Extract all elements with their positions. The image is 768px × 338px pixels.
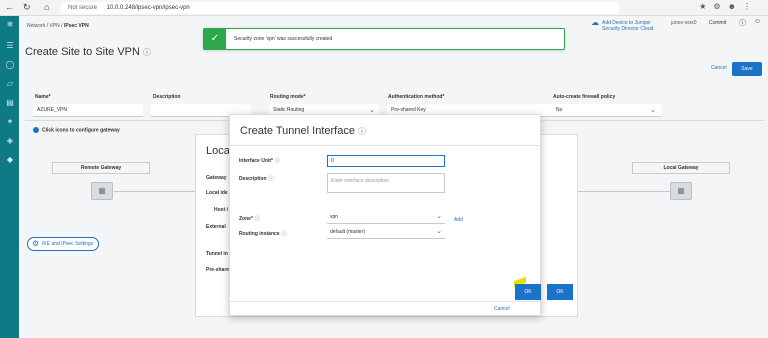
address-bar[interactable]: Not secure 10.0.0.248/ipsec-vpn/ipsec-vp… xyxy=(60,2,620,14)
local-identity-label: Local ide xyxy=(206,190,228,196)
toast-message: Security zone 'vpn' was successfully cre… xyxy=(234,36,333,42)
reload-icon[interactable]: ↻ xyxy=(23,2,31,13)
name-value: AZURE_VPN xyxy=(37,107,68,113)
zone-value: vpn xyxy=(330,214,339,220)
routing-mode-value: Static Routing xyxy=(273,107,305,113)
ok-button[interactable]: OK xyxy=(547,284,573,300)
dialog-ok-button[interactable]: OK xyxy=(515,284,541,300)
network-icon[interactable]: ✶ xyxy=(5,117,15,127)
routing-instance-value: default (master) xyxy=(330,229,366,235)
breadcrumb-vpn[interactable]: VPN xyxy=(50,23,60,29)
vpn-form: Name* AZURE_VPN Description Routing mode… xyxy=(19,76,768,117)
page-title: Create Site to Site VPN ⓘ xyxy=(25,46,151,58)
success-toast: ✓ Security zone 'vpn' was successfully c… xyxy=(203,28,565,50)
cloud-icon: ☁ xyxy=(591,18,599,27)
monitor-icon[interactable]: ▱ xyxy=(5,79,15,89)
interface-unit-label: Interface Unit* ⓘ xyxy=(239,157,280,164)
page-title-text: Create Site to Site VPN xyxy=(25,46,140,58)
divider xyxy=(230,145,542,146)
save-button[interactable]: Save xyxy=(732,62,762,76)
create-tunnel-interface-dialog: Create Tunnel Interface ⓘ Interface Unit… xyxy=(229,114,542,316)
user-icon[interactable]: ☺ xyxy=(754,18,761,25)
not-secure-label: Not secure xyxy=(68,5,98,11)
remote-gateway-router-icon[interactable]: ▦ xyxy=(91,182,113,200)
routing-instance-select[interactable]: default (master) ⌄ xyxy=(327,227,445,239)
gateway-label: Gateway xyxy=(206,175,227,181)
juniper-logo-icon: ❄ xyxy=(6,20,14,29)
host-label: Host i xyxy=(214,207,228,213)
url-text: 10.0.0.248/ipsec-vpn/ipsec-vpn xyxy=(106,5,190,11)
check-icon: ✓ xyxy=(204,29,226,49)
description-input[interactable]: Enter interface description xyxy=(327,173,445,193)
connection-line xyxy=(114,191,196,192)
breadcrumb: Network / VPN / IPsec VPN xyxy=(27,23,89,29)
dashboard-icon[interactable]: ◯ xyxy=(5,60,15,70)
cancel-button[interactable]: Cancel xyxy=(711,65,727,71)
add-device-link[interactable]: Add Device to Juniper Security Director … xyxy=(602,20,666,32)
dialog-title-text: Create Tunnel Interface xyxy=(240,125,355,137)
auth-method-label: Authentication method* xyxy=(388,94,445,100)
description-label: Description ⓘ xyxy=(239,175,274,182)
gear-icon: ⚙ xyxy=(32,239,40,248)
gateway-hint-text: Click icons to configure gateway xyxy=(42,127,120,134)
interface-unit-label-text: Interface Unit* xyxy=(239,158,273,164)
preshared-key-label: Pre-share xyxy=(206,267,230,273)
breadcrumb-network[interactable]: Network xyxy=(27,23,45,29)
help-icon[interactable]: ⓘ xyxy=(269,176,274,182)
breadcrumb-ipsec: IPsec VPN xyxy=(63,23,89,29)
ike-ipsec-settings-button[interactable]: ⚙ IKE and IPsec Settings xyxy=(27,237,99,251)
name-label: Name* xyxy=(35,94,51,100)
interface-unit-value: 0 xyxy=(331,158,334,164)
back-icon[interactable]: ← xyxy=(5,2,14,12)
routing-instance-label: Routing instance ⓘ xyxy=(239,230,287,237)
info-dot-icon xyxy=(33,127,39,133)
external-label: External xyxy=(206,224,226,230)
lock-icon[interactable]: ◆ xyxy=(5,155,15,165)
auto-firewall-value: No xyxy=(556,107,563,113)
zone-select[interactable]: vpn ⌄ xyxy=(327,212,445,224)
device-icon[interactable]: ▤ xyxy=(5,98,15,108)
remote-gateway-card[interactable]: Remote Gateway xyxy=(52,162,150,174)
interface-unit-input[interactable]: 0 xyxy=(327,155,445,167)
dialog-cancel-button[interactable]: Cancel xyxy=(494,306,510,312)
divider xyxy=(230,301,542,302)
auth-method-value: Pre-shared Key xyxy=(391,107,426,113)
connection-line xyxy=(578,191,670,192)
app-main: Network / VPN / IPsec VPN ☁ Add Device t… xyxy=(19,16,768,338)
add-zone-link[interactable]: Add xyxy=(454,217,463,223)
auto-firewall-select[interactable]: No ⌄ xyxy=(552,104,660,117)
description-label-text: Description xyxy=(239,176,267,182)
commit-menu[interactable]: Commit xyxy=(709,20,726,26)
user-name[interactable]: junos-vsrx0 xyxy=(671,20,697,26)
dialog-title: Create Tunnel Interface ⓘ xyxy=(240,125,366,137)
routing-instance-label-text: Routing instance xyxy=(239,231,280,237)
tunnel-interface-label: Tunnel in xyxy=(206,251,228,257)
home-icon[interactable]: ⌂ xyxy=(44,2,49,12)
zone-label-text: Zone* xyxy=(239,216,253,222)
help-icon[interactable]: ⓘ xyxy=(282,231,287,237)
browser-bar: ← ↻ ⌂ Not secure 10.0.0.248/ipsec-vpn/ip… xyxy=(0,0,768,16)
chevron-down-icon: ⌄ xyxy=(650,107,656,114)
gateway-hint: Click icons to configure gateway xyxy=(33,127,120,133)
menu-icon[interactable]: ☰ xyxy=(5,41,15,51)
help-icon[interactable]: ⓘ xyxy=(739,18,746,28)
chevron-down-icon: ⌄ xyxy=(436,228,442,235)
security-icon[interactable]: ◈ xyxy=(5,136,15,146)
description-placeholder: Enter interface description xyxy=(331,178,390,184)
help-icon[interactable]: ⓘ xyxy=(255,216,260,222)
chevron-down-icon: ⌄ xyxy=(436,213,442,220)
help-icon[interactable]: ⓘ xyxy=(143,48,151,57)
nav-rail: ❄ ☰ ◯ ▱ ▤ ✶ ◈ ◆ xyxy=(0,16,19,338)
local-gateway-card[interactable]: Local Gateway xyxy=(632,162,730,174)
help-icon[interactable]: ⓘ xyxy=(275,158,280,164)
browser-toolbar-icons[interactable]: ★⚙☻⋮ xyxy=(699,2,758,11)
auto-firewall-label: Auto-create firewall policy xyxy=(553,94,616,100)
local-gateway-router-icon[interactable]: ▦ xyxy=(670,182,692,200)
ike-button-label: IKE and IPsec Settings xyxy=(42,241,94,247)
help-icon[interactable]: ⓘ xyxy=(358,127,366,136)
zone-label: Zone* ⓘ xyxy=(239,215,260,222)
description-label: Description xyxy=(153,94,181,100)
routing-mode-label: Routing mode* xyxy=(270,94,306,100)
name-field[interactable]: AZURE_VPN xyxy=(33,104,143,117)
